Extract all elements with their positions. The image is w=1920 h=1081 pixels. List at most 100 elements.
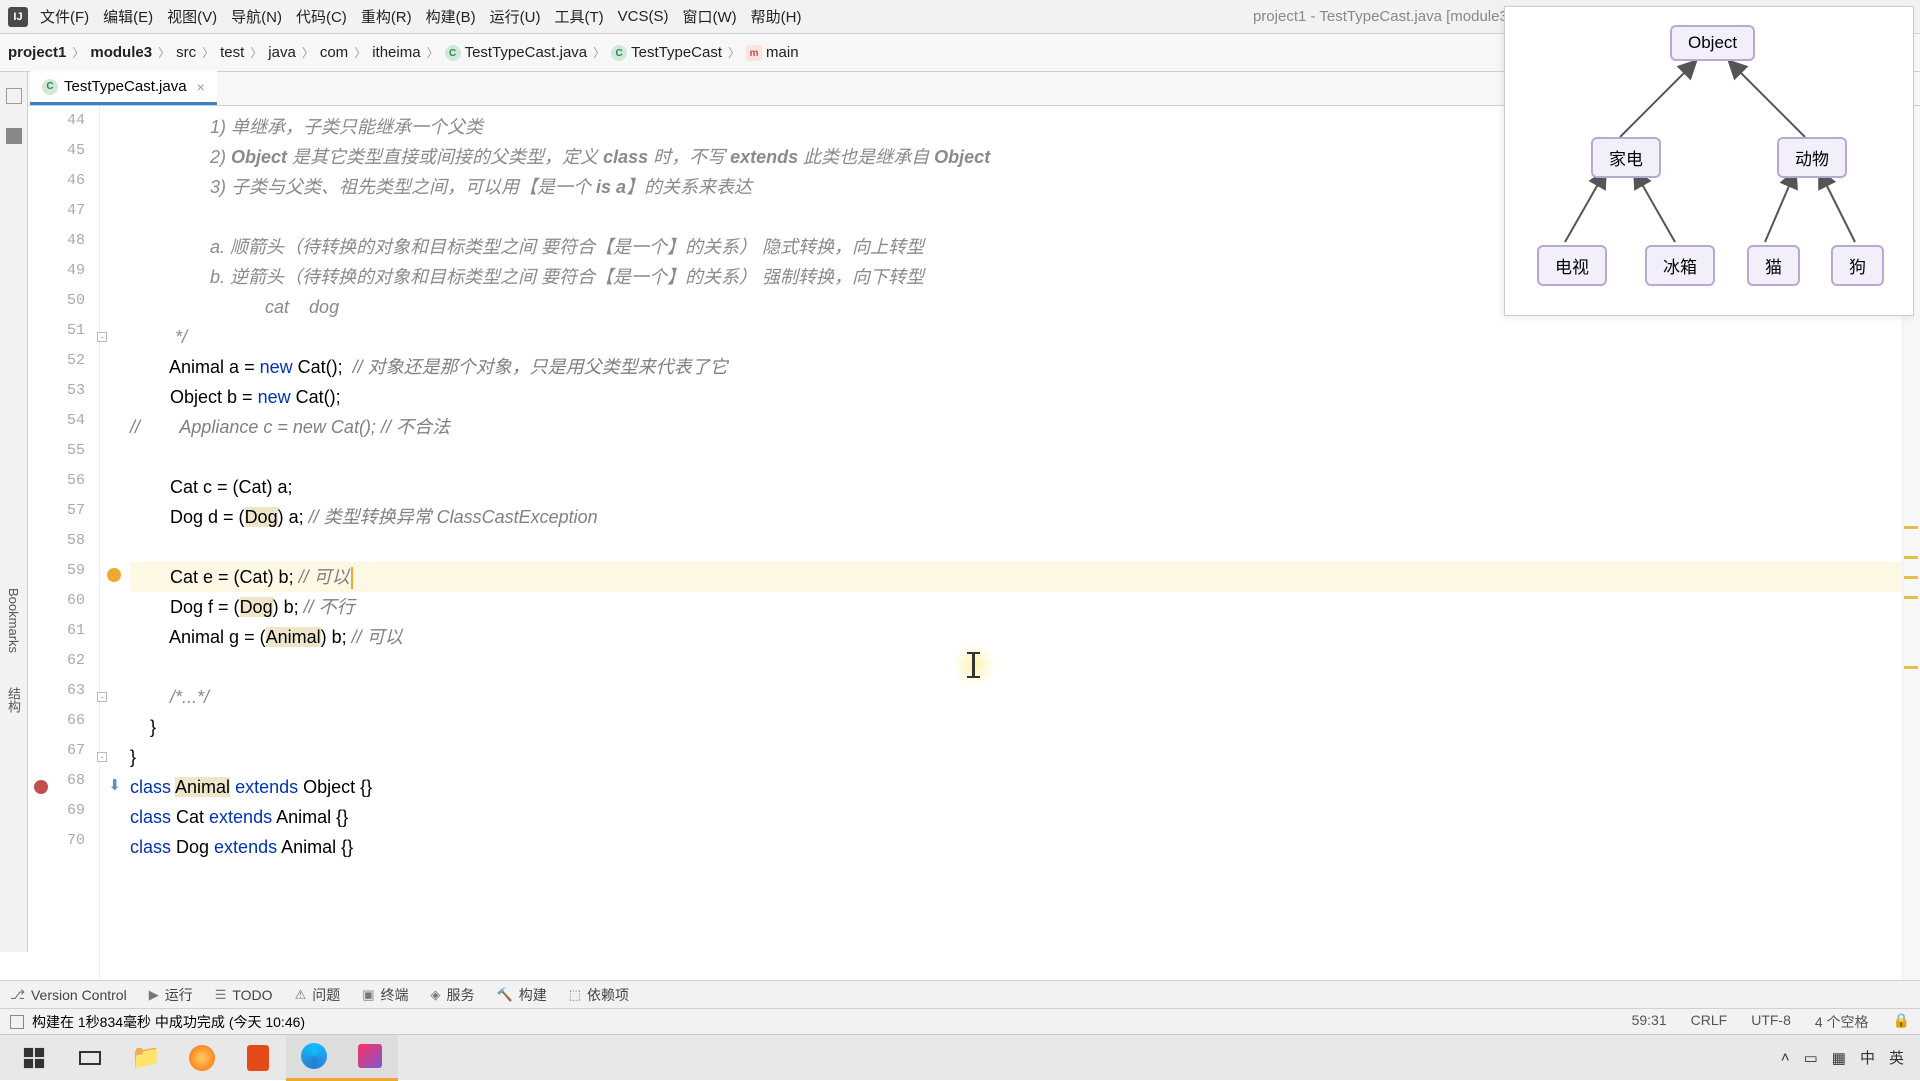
tool-version-control[interactable]: ⎇Version Control xyxy=(10,987,127,1003)
start-button[interactable] xyxy=(6,1035,62,1081)
code-line[interactable]: Object b = new Cat(); xyxy=(130,382,1902,412)
line-number[interactable]: 48 xyxy=(28,232,99,262)
tool-todo[interactable]: ☰TODO xyxy=(215,987,273,1003)
line-number[interactable]: 67- xyxy=(28,742,99,772)
crumb-file[interactable]: CTestTypeCast.java xyxy=(445,44,588,61)
project-icon[interactable] xyxy=(6,88,22,104)
code-line[interactable]: /*...*/ xyxy=(130,682,1902,712)
tool-problems[interactable]: ⚠问题 xyxy=(295,985,341,1005)
crumb-module[interactable]: module3 xyxy=(90,44,152,61)
crumb-java[interactable]: java xyxy=(268,44,296,61)
line-number[interactable]: 47 xyxy=(28,202,99,232)
line-number[interactable]: 59 xyxy=(28,562,99,592)
caret-position[interactable]: 59:31 xyxy=(1632,1012,1667,1032)
taskbar-explorer[interactable]: 📁 xyxy=(118,1035,174,1081)
breakpoint-icon[interactable] xyxy=(34,780,48,794)
tab-testtypecast[interactable]: C TestTypeCast.java × xyxy=(30,71,217,105)
taskbar-intellij[interactable] xyxy=(342,1035,398,1081)
menu-window[interactable]: 窗口(W) xyxy=(682,6,736,27)
menu-navigate[interactable]: 导航(N) xyxy=(231,6,282,27)
line-number[interactable]: 45 xyxy=(28,142,99,172)
menu-view[interactable]: 视图(V) xyxy=(167,6,217,27)
line-number[interactable]: 49 xyxy=(28,262,99,292)
tool-services[interactable]: ◈服务 xyxy=(431,985,475,1005)
menu-help[interactable]: 帮助(H) xyxy=(751,6,802,27)
menu-build[interactable]: 构建(B) xyxy=(426,6,476,27)
line-number[interactable]: 61 xyxy=(28,622,99,652)
menu-tools[interactable]: 工具(T) xyxy=(554,6,603,27)
line-number[interactable]: 46 xyxy=(28,172,99,202)
code-line[interactable]: class Dog extends Animal {} xyxy=(130,832,1902,862)
line-number[interactable]: 52 xyxy=(28,352,99,382)
tool-terminal[interactable]: ▣终端 xyxy=(362,985,408,1005)
code-line[interactable]: Cat e = (Cat) b; // 可以 xyxy=(130,562,1902,592)
crumb-src[interactable]: src xyxy=(176,44,196,61)
line-separator[interactable]: CRLF xyxy=(1691,1012,1728,1032)
line-number[interactable]: 60 xyxy=(28,592,99,622)
chevron-up-icon[interactable]: ˄ xyxy=(1781,1049,1790,1066)
code-line[interactable]: } xyxy=(130,742,1902,772)
structure-label[interactable]: 结构 xyxy=(4,687,23,713)
line-number[interactable]: 63- xyxy=(28,682,99,712)
line-number[interactable]: 53 xyxy=(28,382,99,412)
file-encoding[interactable]: UTF-8 xyxy=(1751,1012,1791,1032)
task-view-button[interactable] xyxy=(62,1035,118,1081)
line-number[interactable]: 58 xyxy=(28,532,99,562)
bookmarks-label[interactable]: Bookmarks xyxy=(6,588,21,653)
crumb-itheima[interactable]: itheima xyxy=(372,44,420,61)
system-tray[interactable]: ˄ ▭ ▦ 中 英 xyxy=(1781,1047,1914,1068)
tool-build[interactable]: 🔨构建 xyxy=(497,985,547,1005)
indent-setting[interactable]: 4 个空格 xyxy=(1815,1012,1869,1032)
close-icon[interactable]: × xyxy=(197,79,205,95)
line-number[interactable]: 56 xyxy=(28,472,99,502)
menu-file[interactable]: 文件(F) xyxy=(40,6,89,27)
code-line[interactable]: Dog d = (Dog) a; // 类型转换异常 ClassCastExce… xyxy=(130,502,1902,532)
line-number[interactable]: 69 xyxy=(28,802,99,832)
menu-code[interactable]: 代码(C) xyxy=(296,6,347,27)
crumb-method[interactable]: mmain xyxy=(746,44,799,61)
battery-icon[interactable]: ▭ xyxy=(1804,1049,1818,1067)
menu-refactor[interactable]: 重构(R) xyxy=(361,6,412,27)
network-icon[interactable]: ▦ xyxy=(1832,1049,1846,1067)
crumb-com[interactable]: com xyxy=(320,44,348,61)
taskbar-office[interactable] xyxy=(230,1035,286,1081)
ime-indicator-1[interactable]: 中 xyxy=(1860,1047,1875,1068)
ime-indicator-2[interactable]: 英 xyxy=(1889,1047,1904,1068)
class-diagram-popup[interactable]: Object 家电 动物 电视 冰箱 猫 狗 xyxy=(1504,6,1914,316)
code-line[interactable]: Animal a = new Cat(); // 对象还是那个对象，只是用父类型… xyxy=(130,352,1902,382)
line-number[interactable]: 68⬇ xyxy=(28,772,99,802)
line-number[interactable]: 62 xyxy=(28,652,99,682)
code-line[interactable]: Cat c = (Cat) a; xyxy=(130,472,1902,502)
code-line[interactable]: } xyxy=(130,712,1902,742)
code-line[interactable] xyxy=(130,652,1902,682)
line-number[interactable]: 57 xyxy=(28,502,99,532)
crumb-project[interactable]: project1 xyxy=(8,44,66,61)
line-number[interactable]: 55 xyxy=(28,442,99,472)
tool-run[interactable]: ▶运行 xyxy=(149,985,193,1005)
line-number[interactable]: 54 xyxy=(28,412,99,442)
line-number[interactable]: 50 xyxy=(28,292,99,322)
crumb-class[interactable]: CTestTypeCast xyxy=(611,44,722,61)
status-icon[interactable] xyxy=(10,1015,24,1029)
code-line[interactable]: Dog f = (Dog) b; // 不行 xyxy=(130,592,1902,622)
code-line[interactable]: class Cat extends Animal {} xyxy=(130,802,1902,832)
menu-edit[interactable]: 编辑(E) xyxy=(103,6,153,27)
code-line[interactable]: class Animal extends Object {} xyxy=(130,772,1902,802)
line-number[interactable]: 51- xyxy=(28,322,99,352)
tool-dependencies[interactable]: ⬚依赖项 xyxy=(569,985,629,1005)
line-number[interactable]: 66 xyxy=(28,712,99,742)
crumb-test[interactable]: test xyxy=(220,44,244,61)
code-line[interactable]: Animal g = (Animal) b; // 可以 xyxy=(130,622,1902,652)
line-number[interactable]: 70 xyxy=(28,832,99,862)
lock-icon[interactable]: 🔒 xyxy=(1893,1012,1910,1032)
gutter[interactable]: 4445464748495051-52535455565758596061626… xyxy=(28,106,100,980)
taskbar-firefox[interactable] xyxy=(174,1035,230,1081)
line-number[interactable]: 44 xyxy=(28,112,99,142)
structure-icon[interactable] xyxy=(6,128,22,144)
taskbar-edge[interactable] xyxy=(286,1035,342,1081)
code-line[interactable] xyxy=(130,532,1902,562)
code-line[interactable]: // Appliance c = new Cat(); // 不合法 xyxy=(130,412,1902,442)
code-line[interactable]: */ xyxy=(130,322,1902,352)
code-line[interactable] xyxy=(130,442,1902,472)
menu-run[interactable]: 运行(U) xyxy=(490,6,541,27)
